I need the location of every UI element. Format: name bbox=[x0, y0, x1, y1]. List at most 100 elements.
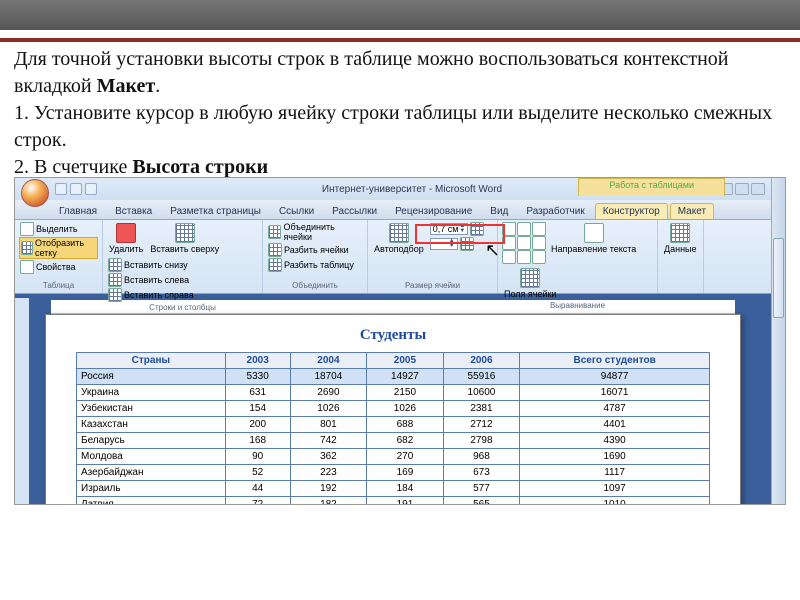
table-row[interactable]: Узбекистан1541026102623814787 bbox=[77, 401, 710, 417]
scrollbar-thumb[interactable] bbox=[773, 238, 784, 318]
cell-value[interactable]: 577 bbox=[443, 481, 520, 497]
cell-value[interactable]: 1026 bbox=[367, 401, 444, 417]
tab-review[interactable]: Рецензирование bbox=[387, 203, 480, 219]
tab-page-layout[interactable]: Разметка страницы bbox=[162, 203, 269, 219]
cell-value[interactable]: 362 bbox=[290, 449, 367, 465]
align-br-icon[interactable] bbox=[532, 250, 546, 264]
delete-button[interactable]: Удалить bbox=[107, 222, 145, 255]
insert-right-button[interactable]: Вставить справа bbox=[107, 288, 195, 302]
cell-value[interactable]: 688 bbox=[367, 417, 444, 433]
tab-references[interactable]: Ссылки bbox=[271, 203, 322, 219]
align-bc-icon[interactable] bbox=[517, 250, 531, 264]
maximize-button[interactable] bbox=[735, 183, 749, 195]
qat-redo-icon[interactable] bbox=[85, 183, 97, 195]
close-button[interactable] bbox=[751, 183, 765, 195]
tab-view[interactable]: Вид bbox=[482, 203, 516, 219]
cell-value[interactable]: 184 bbox=[367, 481, 444, 497]
table-row[interactable]: Латвия721821915651010 bbox=[77, 497, 710, 506]
cell-margins-button[interactable]: Поля ячейки bbox=[502, 267, 558, 300]
cell-value[interactable]: 10600 bbox=[443, 385, 520, 401]
data-button[interactable]: Данные bbox=[662, 222, 699, 255]
cell-value[interactable]: 270 bbox=[367, 449, 444, 465]
tab-layout[interactable]: Макет bbox=[670, 203, 714, 219]
cell-country[interactable]: Израиль bbox=[77, 481, 226, 497]
cell-value[interactable]: 44 bbox=[225, 481, 290, 497]
split-cells-button[interactable]: Разбить ячейки bbox=[267, 243, 350, 257]
cell-value[interactable]: 182 bbox=[290, 497, 367, 506]
cell-value[interactable]: 2690 bbox=[290, 385, 367, 401]
tab-insert[interactable]: Вставка bbox=[107, 203, 160, 219]
autofit-button[interactable]: Автоподбор bbox=[372, 222, 426, 255]
split-table-button[interactable]: Разбить таблицу bbox=[267, 258, 355, 272]
cell-country[interactable]: Украина bbox=[77, 385, 226, 401]
cell-value[interactable]: 4787 bbox=[520, 401, 710, 417]
insert-above-button[interactable]: Вставить сверху bbox=[148, 222, 221, 255]
cell-country[interactable]: Узбекистан bbox=[77, 401, 226, 417]
cell-value[interactable]: 2798 bbox=[443, 433, 520, 449]
cell-country[interactable]: Россия bbox=[77, 369, 226, 385]
merge-cells-button[interactable]: Объединить ячейки bbox=[267, 222, 363, 242]
cell-value[interactable]: 192 bbox=[290, 481, 367, 497]
cell-value[interactable]: 191 bbox=[367, 497, 444, 506]
tab-mailings[interactable]: Рассылки bbox=[324, 203, 385, 219]
select-button[interactable]: Выделить bbox=[19, 222, 79, 236]
tab-home[interactable]: Главная bbox=[51, 203, 105, 219]
col-width-spinner[interactable]: ▲▼ bbox=[429, 237, 486, 251]
office-button[interactable] bbox=[21, 179, 49, 207]
cell-value[interactable]: 1097 bbox=[520, 481, 710, 497]
row-height-spinner[interactable]: 0,7 см▲▼ bbox=[429, 222, 486, 236]
tab-developer[interactable]: Разработчик bbox=[518, 203, 592, 219]
cell-value[interactable]: 52 bbox=[225, 465, 290, 481]
table-row[interactable]: Россия533018704149275591694877 bbox=[77, 369, 710, 385]
cell-value[interactable]: 801 bbox=[290, 417, 367, 433]
cell-value[interactable]: 4401 bbox=[520, 417, 710, 433]
cell-value[interactable]: 16071 bbox=[520, 385, 710, 401]
cell-value[interactable]: 4390 bbox=[520, 433, 710, 449]
table-row[interactable]: Украина631269021501060016071 bbox=[77, 385, 710, 401]
cell-value[interactable]: 94877 bbox=[520, 369, 710, 385]
table-row[interactable]: Казахстан20080168827124401 bbox=[77, 417, 710, 433]
spinner-arrows-icon[interactable]: ▲▼ bbox=[449, 239, 455, 249]
table-row[interactable]: Беларусь16874268227984390 bbox=[77, 433, 710, 449]
spinner-arrows-icon[interactable]: ▲▼ bbox=[459, 224, 465, 234]
cell-country[interactable]: Азербайджан bbox=[77, 465, 226, 481]
cell-value[interactable]: 14927 bbox=[367, 369, 444, 385]
align-ml-icon[interactable] bbox=[502, 236, 516, 250]
cell-value[interactable]: 2712 bbox=[443, 417, 520, 433]
cell-value[interactable]: 631 bbox=[225, 385, 290, 401]
cell-value[interactable]: 18704 bbox=[290, 369, 367, 385]
cell-value[interactable]: 1690 bbox=[520, 449, 710, 465]
cell-value[interactable]: 72 bbox=[225, 497, 290, 506]
students-table[interactable]: Страны 2003 2004 2005 2006 Всего студент… bbox=[76, 352, 710, 505]
cell-value[interactable]: 90 bbox=[225, 449, 290, 465]
align-tc-icon[interactable] bbox=[517, 222, 531, 236]
distribute-rows-icon[interactable] bbox=[470, 222, 484, 236]
tab-design[interactable]: Конструктор bbox=[595, 203, 668, 219]
cell-value[interactable]: 169 bbox=[367, 465, 444, 481]
insert-below-button[interactable]: Вставить снизу bbox=[107, 258, 195, 272]
cell-value[interactable]: 2150 bbox=[367, 385, 444, 401]
cell-value[interactable]: 1117 bbox=[520, 465, 710, 481]
cell-value[interactable]: 223 bbox=[290, 465, 367, 481]
cell-value[interactable]: 1026 bbox=[290, 401, 367, 417]
cell-value[interactable]: 968 bbox=[443, 449, 520, 465]
cell-value[interactable]: 5330 bbox=[225, 369, 290, 385]
align-mc-icon[interactable] bbox=[517, 236, 531, 250]
align-bl-icon[interactable] bbox=[502, 250, 516, 264]
vertical-scrollbar[interactable] bbox=[771, 178, 785, 504]
table-row[interactable]: Молдова903622709681690 bbox=[77, 449, 710, 465]
insert-left-button[interactable]: Вставить слева bbox=[107, 273, 195, 287]
cell-country[interactable]: Латвия bbox=[77, 497, 226, 506]
qat-undo-icon[interactable] bbox=[70, 183, 82, 195]
properties-button[interactable]: Свойства bbox=[19, 260, 77, 274]
align-tl-icon[interactable] bbox=[502, 222, 516, 236]
cell-value[interactable]: 200 bbox=[225, 417, 290, 433]
text-direction-button[interactable]: Направление текста bbox=[549, 222, 638, 255]
qat-save-icon[interactable] bbox=[55, 183, 67, 195]
show-grid-button[interactable]: Отобразить сетку bbox=[19, 237, 98, 259]
table-row[interactable]: Азербайджан522231696731117 bbox=[77, 465, 710, 481]
cell-country[interactable]: Беларусь bbox=[77, 433, 226, 449]
cell-value[interactable]: 168 bbox=[225, 433, 290, 449]
cell-country[interactable]: Казахстан bbox=[77, 417, 226, 433]
cell-value[interactable]: 55916 bbox=[443, 369, 520, 385]
